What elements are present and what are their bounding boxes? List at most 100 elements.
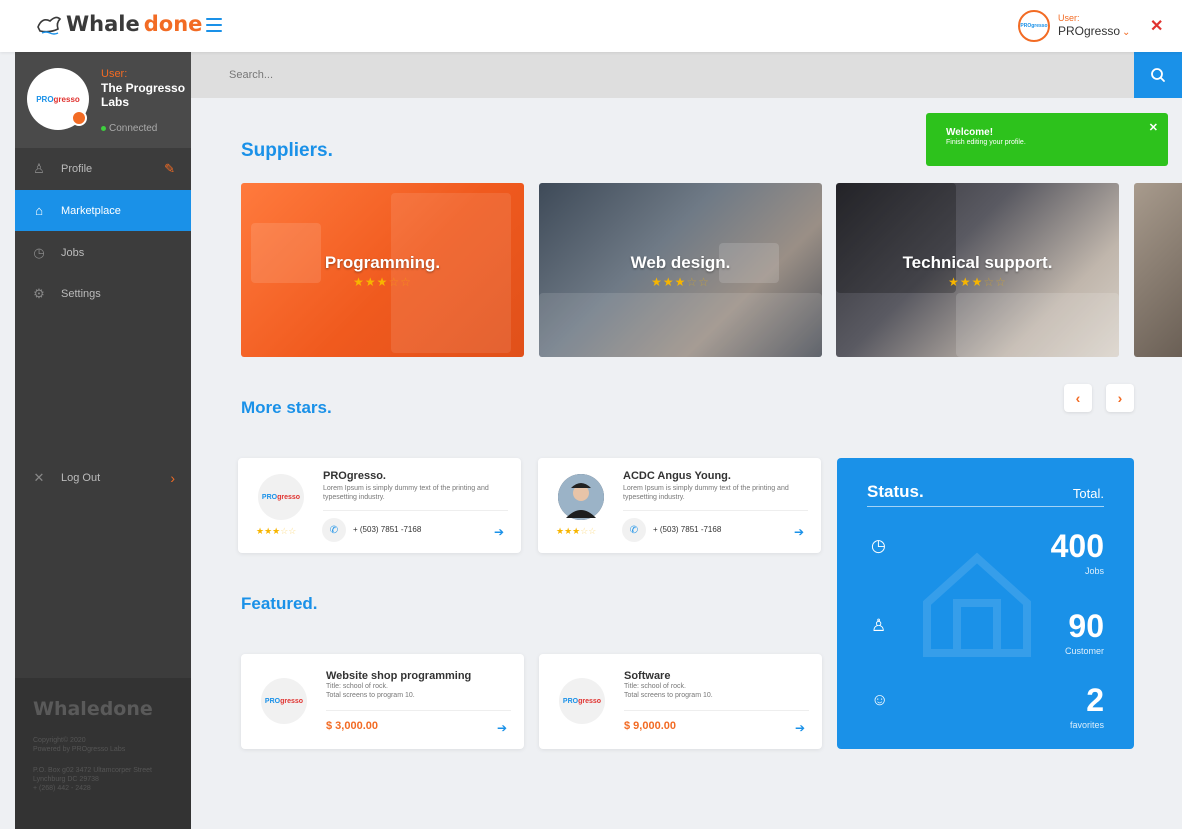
featured-title: Title: school of rock.: [326, 683, 388, 690]
search-input[interactable]: [229, 66, 829, 84]
sidebar-item-settings[interactable]: ⚙ Settings: [15, 273, 191, 314]
powered-line: Powered by PROgresso Labs: [33, 746, 126, 753]
toast-title: Welcome!: [946, 127, 994, 138]
search-button[interactable]: [1134, 52, 1182, 98]
sidebar: PRO gresso User: The Progresso Labs Conne…: [15, 52, 191, 829]
status-text: Connected: [109, 123, 158, 134]
status-label: favorites: [1069, 720, 1104, 730]
sidebar-item-jobs[interactable]: ◷ Jobs: [15, 232, 191, 273]
supplier-card-web-design[interactable]: Web design. ★★★☆☆: [539, 183, 822, 357]
carousel-next-button[interactable]: ›: [1106, 384, 1134, 412]
status-value: 2: [1086, 682, 1104, 718]
chevron-right-icon: ›: [170, 469, 175, 486]
avatar-text-1: PRO: [562, 697, 579, 705]
sidebar-item-marketplace[interactable]: ⌂ Marketplace: [15, 190, 191, 231]
featured-price: $ 9,000.00: [624, 720, 676, 732]
phone-icon[interactable]: ✆: [622, 518, 646, 542]
user-name: PROgresso ⌄: [1058, 24, 1130, 40]
avatar: PROgresso: [1018, 10, 1050, 42]
featured-card[interactable]: PRO gresso Software Title: school of rock…: [539, 654, 822, 749]
footer-phone: + (268) 442 - 2428: [33, 785, 91, 792]
address: P.O. Box g02 3472 Ultamcorper Street Lync…: [33, 766, 173, 793]
supplier-label: Technical support.: [902, 253, 1053, 272]
toast-message: Finish editing your profile.: [946, 139, 1026, 146]
rating-stars: ★★★☆☆: [556, 526, 597, 536]
supplier-card-programming[interactable]: Programming. ★★★☆☆: [241, 183, 524, 357]
supplier-card-technical-support[interactable]: Technical support. ★★★☆☆: [836, 183, 1119, 357]
person-photo-icon: [558, 474, 604, 520]
connection-status: Connected: [101, 123, 157, 134]
user-label: User:: [1058, 12, 1080, 23]
avatar-photo: [558, 474, 604, 520]
star-card[interactable]: PRO gresso PROgresso. Lorem Ipsum is simp…: [238, 458, 521, 553]
section-title-more-stars: More stars.: [241, 398, 332, 417]
featured-name: Website shop programming: [326, 670, 472, 682]
app-logo[interactable]: Whale done: [36, 12, 202, 36]
camera-icon[interactable]: [71, 110, 87, 126]
carousel-prev-button[interactable]: ‹: [1064, 384, 1092, 412]
close-icon[interactable]: ✕: [1149, 121, 1158, 134]
arrow-right-icon[interactable]: ➔: [795, 721, 805, 735]
menu-icon[interactable]: [206, 18, 222, 32]
supplier-label: Programming.: [324, 253, 441, 272]
avatar: PROgresso: [559, 678, 605, 724]
search-bar: [191, 52, 1134, 98]
rating-stars: ★★★☆☆: [353, 275, 412, 289]
rating-stars: ★★★☆☆: [948, 275, 1007, 289]
phone-icon[interactable]: ✆: [322, 518, 346, 542]
divider: [623, 510, 808, 511]
photo-shape: [956, 293, 1119, 357]
arrow-right-icon[interactable]: ➔: [497, 721, 507, 735]
gear-icon: ⚙: [33, 285, 45, 301]
chevron-right-icon: ›: [1117, 390, 1123, 406]
person-icon: ♙: [871, 616, 887, 635]
avatar-text-2: gresso: [280, 697, 304, 705]
logo-text-whale: Whale: [66, 12, 140, 36]
user-menu[interactable]: PROgresso User: PROgresso ⌄: [1018, 10, 1130, 42]
star-name: ACDC Angus Young.: [623, 470, 731, 482]
phone-number: + (503) 7851 -7168: [653, 525, 722, 534]
star-card[interactable]: ACDC Angus Young. Lorem Ipsum is simply …: [538, 458, 821, 553]
logo-text-done: done: [143, 12, 203, 36]
phone-number: + (503) 7851 -7168: [353, 525, 422, 534]
sidebar-item-label: Log Out: [61, 471, 101, 484]
sidebar-item-label: Settings: [61, 287, 101, 300]
footer-logo: Whaledone: [33, 698, 153, 720]
profile-card: PRO gresso User: The Progresso Labs Conne…: [15, 52, 191, 148]
status-label: Customer: [1064, 646, 1104, 656]
avatar: PROgresso: [258, 474, 304, 520]
star-description: Lorem Ipsum is simply dummy text of the …: [623, 485, 789, 501]
avatar-text-2: gresso: [277, 493, 301, 501]
status-value: 400: [1050, 528, 1104, 564]
status-dot: [101, 125, 106, 131]
address-line-1: P.O. Box g02 3472 Ultamcorper Street: [33, 767, 152, 774]
pencil-icon[interactable]: ✎: [164, 161, 175, 177]
arrow-right-icon[interactable]: ➔: [794, 525, 804, 539]
featured-title: Title: school of rock.: [624, 683, 686, 690]
sidebar-item-label: Jobs: [61, 246, 85, 259]
avatar-text-1: PRO: [261, 493, 278, 501]
arrow-right-icon[interactable]: ➔: [494, 525, 504, 539]
address-line-2: Lynchburg DC 29738: [33, 776, 99, 783]
whale-logo-icon: [37, 16, 62, 35]
supplier-card-partial[interactable]: [1134, 183, 1182, 357]
featured-card[interactable]: PRO gresso Website shop programming Title…: [241, 654, 524, 749]
person-icon: ♙: [33, 160, 45, 176]
status-panel: Status. Total. ◷ 400 Jobs ♙ 90 Customer …: [837, 458, 1134, 749]
chevron-left-icon: ‹: [1075, 390, 1081, 406]
avatar-text-2: gresso: [53, 94, 80, 104]
divider: [326, 710, 511, 711]
house-watermark-icon: [923, 552, 1031, 657]
welcome-toast: Welcome! Finish editing your profile. ✕: [926, 113, 1168, 166]
divider: [624, 710, 809, 711]
sidebar-item-profile[interactable]: ♙ Profile ✎: [15, 148, 191, 189]
avatar-text-1: PRO: [264, 697, 281, 705]
copyright-line: Copyright© 2020: [33, 737, 86, 744]
sidebar-item-label: Profile: [61, 162, 93, 175]
section-title-suppliers: Suppliers.: [241, 140, 333, 161]
divider: [867, 506, 1104, 507]
supplier-label: Web design.: [630, 253, 731, 272]
sidebar-item-logout[interactable]: ✕ Log Out ›: [15, 457, 191, 498]
close-icon[interactable]: ✕: [1150, 16, 1163, 36]
status-total-label: Total.: [1072, 486, 1104, 501]
